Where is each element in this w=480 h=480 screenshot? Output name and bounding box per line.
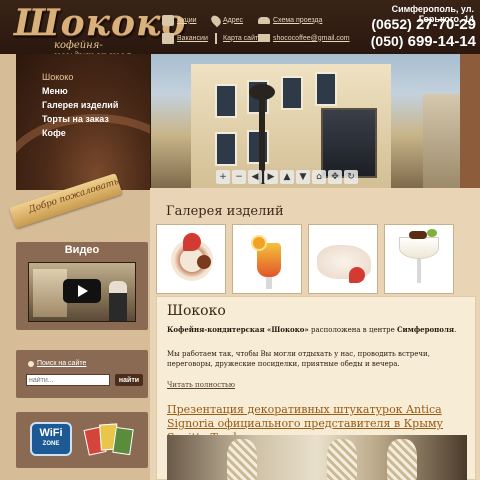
header-link-directions[interactable]: Схема проезда xyxy=(258,13,322,27)
gallery-title: Галерея изделий xyxy=(166,204,284,219)
main-content: Шококо Кофейня-кондитерская «Шококо» рас… xyxy=(156,296,476,480)
wifi-badge-bottom: ZONE xyxy=(42,441,60,447)
arrow-left-icon[interactable]: ◀ xyxy=(248,170,262,184)
building-window xyxy=(215,84,237,118)
building-window xyxy=(215,132,237,166)
intro-bold-city: Симферополя xyxy=(396,325,455,334)
main-menu: Шококо Меню Галерея изделий Торты на зак… xyxy=(16,54,150,190)
arrow-right-icon[interactable]: ▶ xyxy=(264,170,278,184)
home-icon[interactable]: ⌂ xyxy=(312,170,326,184)
cream-glass xyxy=(399,237,439,259)
menu-item-cakes-order[interactable]: Торты на заказ xyxy=(42,114,109,124)
play-icon[interactable] xyxy=(63,279,101,303)
decor-lamp xyxy=(327,439,357,480)
header-link-promotions[interactable]: Акции xyxy=(162,13,197,27)
menu-item-menu[interactable]: Меню xyxy=(42,86,68,96)
intro-end: . xyxy=(454,326,457,334)
video-person xyxy=(109,281,127,321)
header-link-label: Вакансии xyxy=(177,34,208,42)
chocolate-piece xyxy=(197,255,211,269)
decor-lamp xyxy=(387,439,417,480)
header-link-label: Карта сайта xyxy=(223,34,262,42)
decor-lamp xyxy=(227,439,257,480)
wifi-zone-badge: WiFi ZONE xyxy=(30,422,72,456)
header-link-vacancies[interactable]: Вакансии xyxy=(162,31,208,45)
mint-leaf xyxy=(427,229,437,237)
orange-slice xyxy=(251,235,267,251)
header-link-sitemap[interactable]: Карта сайта xyxy=(212,31,262,45)
phone-code: (050) xyxy=(370,33,404,49)
video-panel: Видео xyxy=(16,242,148,330)
arrow-up-icon[interactable]: ▲ xyxy=(280,170,294,184)
menu-item-gallery[interactable]: Галерея изделий xyxy=(42,100,118,110)
slider-controls: + − ◀ ▶ ▲ ▼ ⌂ ✥ ↻ xyxy=(216,170,358,184)
intro-paragraph: Кофейня-кондитерская «Шококо» расположен… xyxy=(167,325,467,334)
header-link-label: shococoffee@gmail.com xyxy=(273,34,350,42)
refresh-icon[interactable]: ↻ xyxy=(344,170,358,184)
page-title: Шококо xyxy=(167,303,226,319)
header-link-label: Адрес xyxy=(223,16,244,24)
search-panel: Поиск на сайте найти xyxy=(16,350,148,398)
intro-text: расположена в центре xyxy=(308,326,397,334)
left-sidebar: Шококо Меню Галерея изделий Торты на зак… xyxy=(0,54,150,480)
arrow-down-icon[interactable]: ▼ xyxy=(296,170,310,184)
building-window xyxy=(247,130,269,164)
fullscreen-icon[interactable]: ✥ xyxy=(328,170,342,184)
building-window xyxy=(281,76,303,110)
menu-item-home[interactable]: Шококо xyxy=(42,72,73,82)
search-label-text: Поиск на сайте xyxy=(37,360,87,367)
header-link-label: Акции xyxy=(177,16,197,24)
site-header: Шококо кофейня-кондитерская Акции Адрес … xyxy=(0,0,480,62)
map-pin-icon xyxy=(209,13,223,27)
phone-number: 27-70-29 xyxy=(415,16,476,33)
search-bullet-icon xyxy=(28,360,34,367)
glass-stem xyxy=(417,259,421,283)
strawberry xyxy=(349,267,365,283)
mail-icon xyxy=(258,34,270,42)
glass-stem xyxy=(266,277,272,289)
video-title: Видео xyxy=(64,244,100,256)
body-paragraph: Мы работаем так, чтобы Вы могли отдыхать… xyxy=(167,350,430,368)
building-window xyxy=(315,72,337,106)
promo-panel: WiFi ZONE xyxy=(16,412,148,468)
building-entrance xyxy=(321,108,377,178)
gallery-thumb-cream[interactable] xyxy=(384,224,454,294)
zoom-out-icon[interactable]: − xyxy=(232,170,246,184)
signpost-icon xyxy=(212,32,220,44)
header-link-address[interactable]: Адрес xyxy=(209,13,244,27)
video-thumbnail[interactable] xyxy=(28,262,136,322)
chocolate-topping xyxy=(409,231,427,239)
header-link-email[interactable]: shococoffee@gmail.com xyxy=(258,31,350,45)
search-input[interactable] xyxy=(26,374,110,386)
header-link-label: Схема проезда xyxy=(273,16,323,24)
flyer xyxy=(112,426,134,456)
street-lamp xyxy=(249,84,275,184)
gallery-thumb-dessert[interactable] xyxy=(156,224,226,294)
menu-item-coffee[interactable]: Кофе xyxy=(42,128,66,138)
phone-number: 699-14-14 xyxy=(407,33,476,50)
gallery-thumb-cocktail[interactable] xyxy=(232,224,302,294)
chat-icon xyxy=(162,14,174,26)
site-logo[interactable]: Шококо кофейня-кондитерская xyxy=(14,2,185,62)
intro-bold-name: Кофейня-кондитерская «Шококо» xyxy=(167,325,309,334)
briefcase-icon xyxy=(162,32,174,44)
search-link[interactable]: Поиск на сайте xyxy=(28,360,86,367)
video-building xyxy=(33,269,67,317)
read-more-link[interactable]: Читать полностью xyxy=(167,381,235,389)
hero-slider xyxy=(150,54,460,188)
zoom-in-icon[interactable]: + xyxy=(216,170,230,184)
neighbor-building xyxy=(423,94,460,188)
logo-wordmark: Шококо xyxy=(14,2,187,44)
search-button[interactable]: найти xyxy=(115,374,143,386)
phone-code: (0652) xyxy=(371,16,412,32)
flyers-image[interactable] xyxy=(83,422,136,456)
wifi-badge-top: WiFi xyxy=(39,427,63,439)
phone-landline: (0652) 27-70-29 xyxy=(352,16,476,33)
right-decor-strip xyxy=(460,54,480,188)
news-image[interactable] xyxy=(167,435,467,480)
car-icon xyxy=(258,16,270,24)
gallery-thumb-meringue[interactable] xyxy=(308,224,378,294)
phone-mobile: (050) 699-14-14 xyxy=(352,33,476,50)
strawberry xyxy=(183,233,201,251)
